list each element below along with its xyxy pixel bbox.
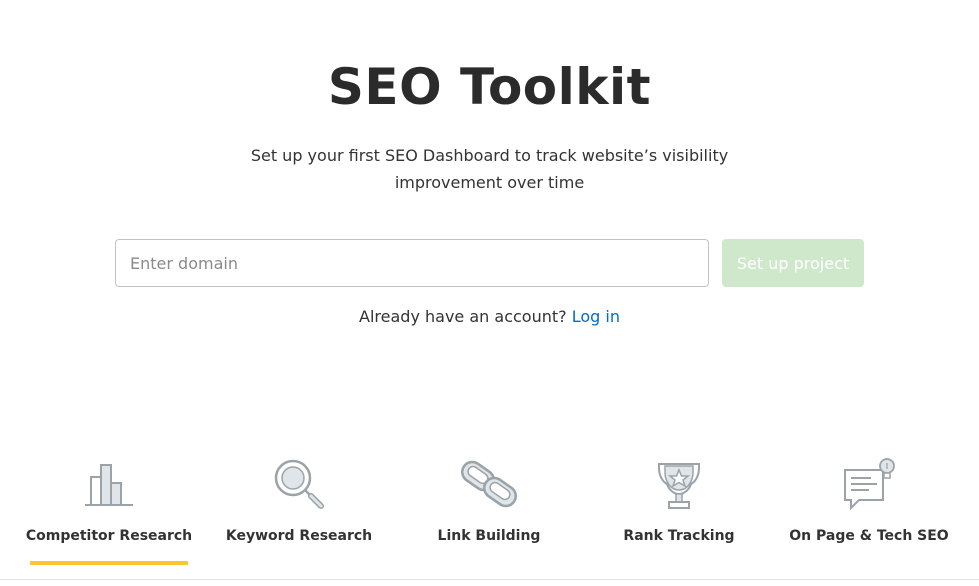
- tab-competitor-research[interactable]: Competitor Research: [14, 450, 204, 570]
- trophy-icon: [584, 456, 774, 512]
- magnifier-icon: [204, 456, 394, 512]
- subtitle-line-2: improvement over time: [394, 173, 585, 192]
- tab-label: Link Building: [437, 528, 541, 544]
- domain-input[interactable]: [115, 239, 709, 287]
- active-tab-indicator: [30, 561, 188, 565]
- tab-link-building[interactable]: Link Building: [394, 450, 584, 570]
- login-prompt: Already have an account? Log in: [0, 307, 979, 326]
- tab-on-page-tech-seo[interactable]: On Page & Tech SEO: [774, 450, 964, 570]
- tab-label: Keyword Research: [225, 528, 373, 544]
- document-lightbulb-icon: [774, 456, 964, 512]
- divider: [0, 579, 979, 580]
- page-title: SEO Toolkit: [327, 58, 652, 116]
- login-link[interactable]: Log in: [572, 307, 620, 326]
- tab-rank-tracking[interactable]: Rank Tracking: [584, 450, 774, 570]
- tab-label: On Page & Tech SEO: [789, 528, 949, 544]
- login-prompt-text: Already have an account?: [359, 307, 567, 326]
- bar-chart-icon: [14, 456, 204, 512]
- setup-project-button[interactable]: Set up project: [722, 239, 864, 287]
- tool-tabs: Competitor Research Keyword Research Lin…: [14, 450, 965, 570]
- subtitle-line-1: Set up your first SEO Dashboard to track…: [250, 146, 729, 165]
- page-subtitle: Set up your first SEO Dashboard to track…: [230, 142, 749, 196]
- tab-label: Rank Tracking: [623, 528, 735, 544]
- tab-label: Competitor Research: [25, 528, 193, 544]
- tab-keyword-research[interactable]: Keyword Research: [204, 450, 394, 570]
- chain-link-icon: [394, 456, 584, 512]
